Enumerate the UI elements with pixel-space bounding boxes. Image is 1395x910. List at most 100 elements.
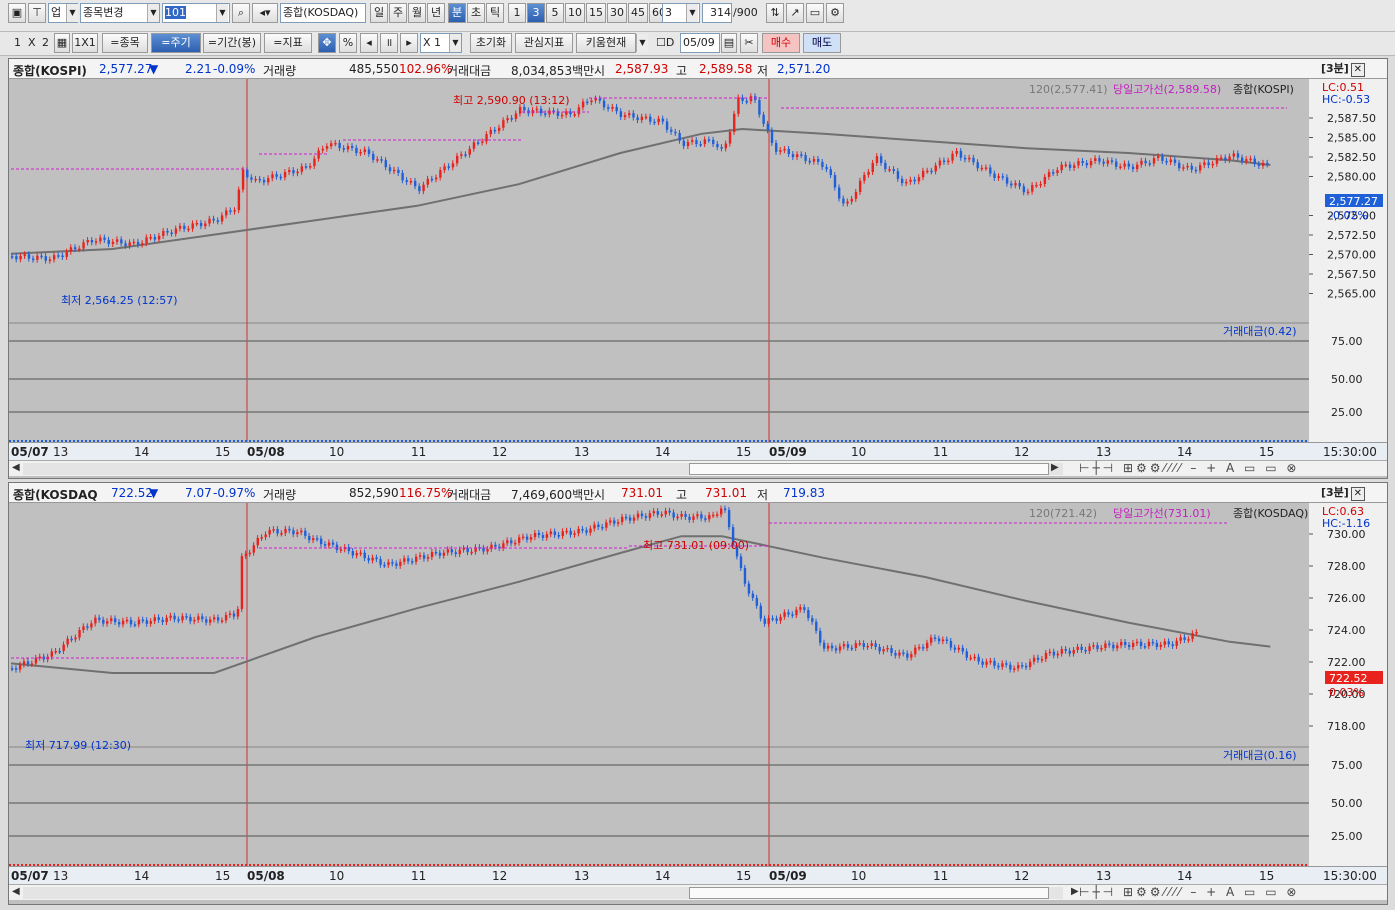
save-icon[interactable]: ▭ (806, 3, 824, 23)
prev-icon[interactable]: ◂ (360, 33, 378, 53)
candle (829, 169, 832, 176)
candle (875, 156, 879, 163)
kospi-scrollbar[interactable]: ◀ ▶ ⊢┼⊣ ⊞⚙⚙⁄⁄⁄⁄ – + A ▭ ▭ ⊗ (9, 460, 1387, 476)
candle (279, 176, 283, 179)
candle (1224, 157, 1227, 161)
candle (380, 159, 383, 161)
candle (648, 513, 652, 518)
chevron-down-icon[interactable]: ▼ (636, 34, 648, 52)
candle (1100, 648, 1103, 650)
minute-15[interactable]: 15 (586, 3, 606, 23)
compare-icon[interactable]: ⇅ (766, 3, 784, 23)
chevron-down-icon[interactable]: ▼ (216, 4, 228, 22)
minute-45[interactable]: 45 (628, 3, 648, 23)
candle (213, 617, 216, 620)
candle (1043, 176, 1047, 185)
candle (902, 652, 905, 654)
range-sync-button[interactable]: =기간(봉) (203, 33, 261, 53)
reset-button[interactable]: 초기화 (470, 33, 512, 53)
minute-30[interactable]: 30 (607, 3, 627, 23)
minute-3[interactable]: 3 (527, 3, 545, 23)
kospi-price-chart[interactable]: 최고 2,590.90 (13:12) 최저 2,564.25 (12:57) 12… (9, 79, 1387, 444)
candle (165, 617, 168, 623)
chevron-down-icon[interactable]: ▼ (686, 4, 698, 22)
scroll-left-icon[interactable]: ◀ (12, 462, 20, 473)
candle (791, 614, 794, 616)
period-sync-button[interactable]: =주기 (151, 33, 201, 53)
candle (712, 139, 715, 144)
candle (973, 656, 976, 659)
crosshair-icon[interactable]: ✥ (318, 33, 336, 53)
interest-indicator-button[interactable]: 관심지표 (515, 33, 573, 53)
close-icon[interactable]: ✕ (1350, 487, 1365, 501)
candle (1245, 159, 1248, 162)
open-label: 시 (594, 488, 606, 502)
layout-2[interactable]: 2 (42, 33, 49, 53)
scroll-left-icon[interactable]: ◀ (12, 886, 20, 897)
candle (363, 552, 366, 559)
candle (418, 186, 421, 192)
candle (525, 536, 529, 540)
grid-icon[interactable]: ▦ (54, 33, 70, 53)
date-input[interactable]: 05/09 (680, 33, 720, 53)
minute-10[interactable]: 10 (565, 3, 585, 23)
period-second[interactable]: 초 (467, 3, 485, 23)
period-minute[interactable]: 분 (448, 3, 466, 23)
candle (589, 528, 592, 533)
stock-sync-button[interactable]: =종목 (102, 33, 148, 53)
candle (1048, 651, 1052, 654)
candle (947, 160, 950, 163)
candle (640, 513, 644, 517)
one-by-one-button[interactable]: 1X1 (72, 33, 98, 53)
minute-5[interactable]: 5 (546, 3, 564, 23)
candle (409, 180, 413, 183)
period-day[interactable]: 일 (370, 3, 388, 23)
calendar-icon[interactable]: ▤ (721, 33, 737, 53)
candle (529, 537, 533, 540)
chevron-down-icon[interactable]: ▼ (147, 4, 159, 22)
indicator-sync-button[interactable]: =지표 (264, 33, 312, 53)
close-icon[interactable]: ✕ (1350, 63, 1365, 77)
candle (751, 593, 755, 598)
period-month[interactable]: 월 (408, 3, 426, 23)
percent-button[interactable]: % (339, 33, 357, 53)
count-input[interactable]: 314 (702, 3, 732, 23)
y-tick-label: 2,582.50 (1327, 151, 1376, 164)
scroll-right-icon[interactable]: ▶ (1051, 462, 1059, 473)
candle (815, 621, 818, 631)
scroll-thumb[interactable] (689, 887, 1049, 899)
trend-icon[interactable]: ↗ (786, 3, 804, 23)
layout-x[interactable]: X (28, 33, 36, 53)
pause-icon[interactable]: ॥ (380, 33, 398, 53)
kosdaq-price-chart[interactable]: 최고 731.01 (09:00) 최저 717.99 (12:30) 120(72… (9, 503, 1387, 868)
candle (136, 241, 140, 245)
gear-icon[interactable]: ⚙ (826, 3, 844, 23)
candle (14, 668, 18, 670)
sound-icon[interactable]: ◂▾ (252, 3, 278, 23)
buy-button[interactable]: 매수 (762, 33, 800, 53)
minute-1[interactable]: 1 (508, 3, 526, 23)
search-icon[interactable]: ⌕ (232, 3, 250, 23)
sell-button[interactable]: 매도 (803, 33, 841, 53)
kiwoom-current-button[interactable]: 키움현재 (576, 33, 636, 53)
window-icon[interactable]: ▣ (8, 3, 26, 23)
chart-tools-icon[interactable]: ⊢┼⊣ ⊞⚙⚙⁄⁄⁄⁄ – + A ▭ ▭ ⊗ (1079, 461, 1299, 475)
pin-icon[interactable]: ⊤ (28, 3, 46, 23)
next-icon[interactable]: ▸ (400, 33, 418, 53)
scroll-right-icon[interactable]: ▶ (1071, 886, 1079, 897)
chart-tools-icon[interactable]: ⊢┼⊣ ⊞⚙⚙⁄⁄⁄⁄ – + A ▭ ▭ ⊗ (1079, 885, 1299, 899)
candle (850, 198, 853, 202)
kosdaq-scrollbar[interactable]: ◀ ▶ ⊢┼⊣ ⊞⚙⚙⁄⁄⁄⁄ – + A ▭ ▭ ⊗ (9, 884, 1387, 900)
layout-1[interactable]: 1 (14, 33, 21, 53)
chevron-down-icon[interactable]: ▼ (449, 34, 461, 52)
period-tick[interactable]: 틱 (486, 3, 504, 23)
candle (733, 113, 736, 132)
chevron-down-icon[interactable]: ▼ (66, 4, 78, 22)
scroll-thumb[interactable] (689, 463, 1049, 475)
candle (355, 147, 358, 153)
period-year[interactable]: 년 (427, 3, 445, 23)
d-checkbox[interactable]: ☐D (656, 33, 674, 53)
scissors-icon[interactable]: ✂ (740, 33, 758, 53)
candle (1173, 159, 1177, 163)
period-week[interactable]: 주 (389, 3, 407, 23)
